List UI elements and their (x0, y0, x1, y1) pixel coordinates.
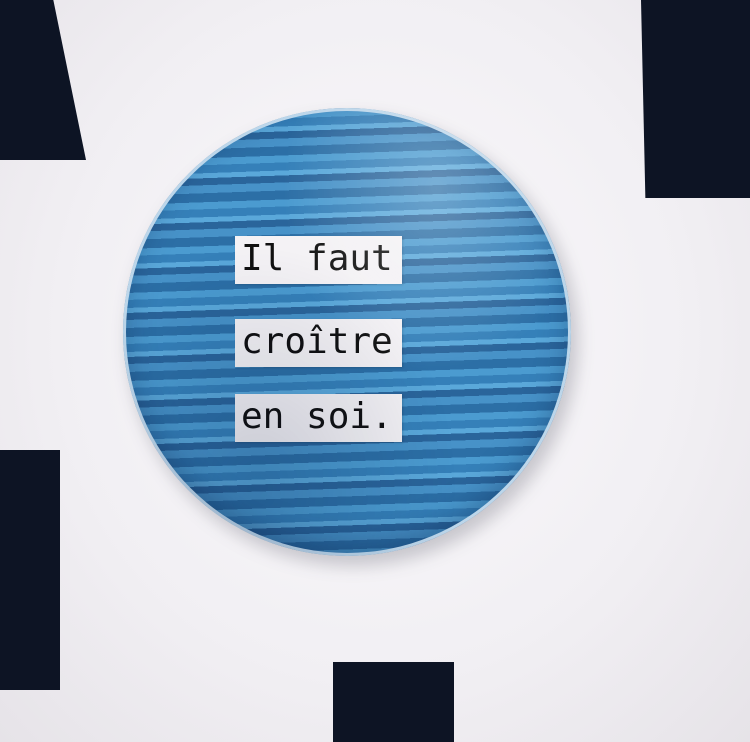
photo-scene: Il faut croître en soi. (0, 0, 750, 742)
black-block-middle-left (0, 450, 60, 690)
badge-text-line-1: Il faut (235, 236, 402, 284)
badge-text-line-3: en soi. (235, 394, 402, 442)
button-badge: Il faut croître en soi. (123, 108, 571, 556)
black-block-bottom-center (333, 662, 454, 742)
black-block-top-left (0, 0, 86, 160)
badge-text-line-2: croître (235, 319, 402, 367)
black-block-top-right (641, 0, 750, 198)
